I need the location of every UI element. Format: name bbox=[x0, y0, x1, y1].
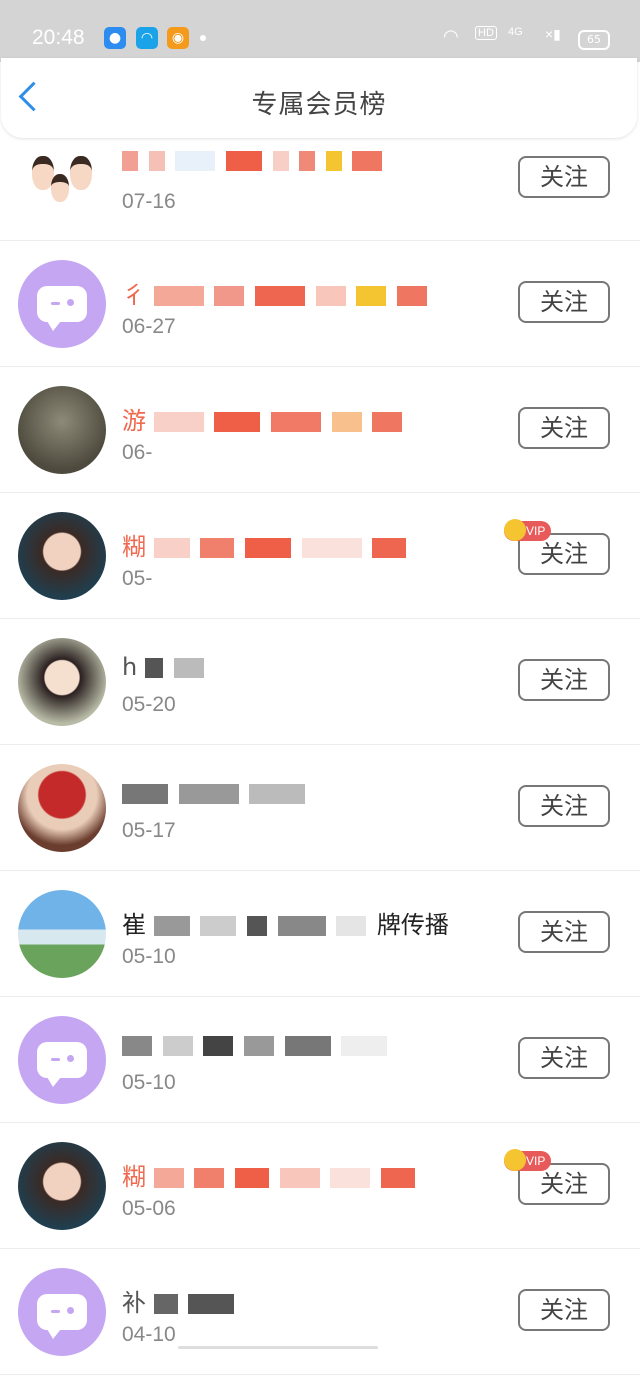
member-name-initial: h bbox=[122, 653, 138, 681]
follow-button[interactable]: 关注 bbox=[518, 156, 610, 198]
date-label: 05-06 bbox=[122, 1197, 176, 1220]
chat-bubble-icon bbox=[37, 1042, 87, 1087]
member-name: 糊 bbox=[122, 1157, 418, 1191]
date-label: 05-17 bbox=[122, 819, 176, 842]
follow-button[interactable]: 关注 bbox=[518, 281, 610, 323]
follow-button[interactable]: 关注 bbox=[518, 659, 610, 701]
list-item[interactable]: 补 04-10 关注 bbox=[0, 1249, 640, 1375]
cartoon-face-icon bbox=[70, 156, 92, 190]
member-list[interactable]: 07-16 关注 彳 06-27 关注 游 06- 关注 糊 VIP 05- 关… bbox=[0, 116, 640, 1375]
date-label: 05-10 bbox=[122, 945, 176, 968]
member-name bbox=[122, 1031, 390, 1057]
member-name-initial: 补 bbox=[122, 1289, 146, 1317]
member-name: 彳 bbox=[122, 275, 430, 309]
avatar[interactable] bbox=[18, 638, 106, 726]
follow-button[interactable]: 关注 bbox=[518, 407, 610, 449]
blurred-text bbox=[122, 151, 138, 171]
member-name-initial: 糊 bbox=[122, 1163, 146, 1191]
member-name-suffix: 牌传播 bbox=[376, 911, 449, 939]
member-name: h bbox=[122, 653, 207, 681]
scroll-indicator bbox=[178, 1346, 378, 1349]
list-item[interactable]: 糊 VIP 05-06 关注 bbox=[0, 1123, 640, 1249]
avatar[interactable] bbox=[18, 260, 106, 348]
avatar[interactable] bbox=[18, 1142, 106, 1230]
list-item[interactable]: 崔 牌传播 05-10 关注 bbox=[0, 871, 640, 997]
date-label: 05-20 bbox=[122, 693, 176, 716]
chat-bubble-icon bbox=[37, 286, 87, 331]
page-title: 专属会员榜 bbox=[251, 90, 387, 120]
member-name: 糊 bbox=[122, 527, 409, 561]
follow-button[interactable]: 关注 bbox=[518, 911, 610, 953]
wifi-icon: ◠ bbox=[443, 26, 459, 46]
member-name-initial: 彳 bbox=[122, 281, 146, 309]
chat-bubble-icon bbox=[37, 1294, 87, 1339]
date-label: 06- bbox=[122, 441, 153, 464]
member-name bbox=[122, 779, 308, 805]
signal-4g-icon: 4G bbox=[508, 26, 523, 38]
list-item[interactable]: 糊 VIP 05- 关注 bbox=[0, 493, 640, 619]
date-label: 05- bbox=[122, 567, 153, 590]
list-item[interactable]: 彳 06-27 关注 bbox=[0, 241, 640, 367]
avatar[interactable] bbox=[18, 1016, 106, 1104]
cartoon-face-icon bbox=[51, 174, 69, 202]
date-label: 07-16 bbox=[122, 190, 176, 213]
avatar[interactable] bbox=[18, 764, 106, 852]
signal-icon: ×▮ bbox=[545, 26, 561, 42]
more-notifications-dot bbox=[200, 35, 206, 41]
hd-indicator: HD bbox=[475, 26, 497, 40]
browser-notification-icon: ◠ bbox=[136, 27, 158, 49]
avatar[interactable] bbox=[18, 1268, 106, 1356]
vip-badge: VIP bbox=[504, 519, 552, 541]
member-name-initial: 崔 bbox=[122, 911, 146, 939]
member-name-initial: 糊 bbox=[122, 533, 146, 561]
date-label: 04-10 bbox=[122, 1323, 176, 1346]
avatar[interactable] bbox=[22, 142, 102, 212]
app-notification-icon: ● bbox=[104, 27, 126, 49]
avatar[interactable] bbox=[18, 512, 106, 600]
member-name: 游 bbox=[122, 401, 405, 435]
member-name: 崔 牌传播 bbox=[122, 905, 449, 939]
member-name: 补 bbox=[122, 1283, 237, 1317]
weibo-notification-icon: ◉ bbox=[167, 27, 189, 49]
avatar[interactable] bbox=[18, 386, 106, 474]
list-item[interactable]: h 05-20 关注 bbox=[0, 619, 640, 745]
list-item[interactable]: 05-17 关注 bbox=[0, 745, 640, 871]
follow-button[interactable]: 关注 bbox=[518, 785, 610, 827]
vip-badge: VIP bbox=[504, 1149, 552, 1171]
member-name-initial: 游 bbox=[122, 407, 146, 435]
date-label: 05-10 bbox=[122, 1071, 176, 1094]
list-item[interactable]: 05-10 关注 bbox=[0, 997, 640, 1123]
date-label: 06-27 bbox=[122, 315, 176, 338]
list-item[interactable]: 游 06- 关注 bbox=[0, 367, 640, 493]
battery-icon: 65 bbox=[578, 30, 610, 50]
status-time: 20:48 bbox=[32, 26, 85, 49]
follow-button[interactable]: 关注 bbox=[518, 1289, 610, 1331]
top-nav-bar: 专属会员榜 bbox=[1, 58, 637, 138]
status-bar: 20:48 ● ◠ ◉ ◠ HD 4G ×▮ 65 bbox=[0, 0, 640, 62]
member-name bbox=[122, 146, 385, 172]
follow-button[interactable]: 关注 bbox=[518, 1037, 610, 1079]
avatar[interactable] bbox=[18, 890, 106, 978]
